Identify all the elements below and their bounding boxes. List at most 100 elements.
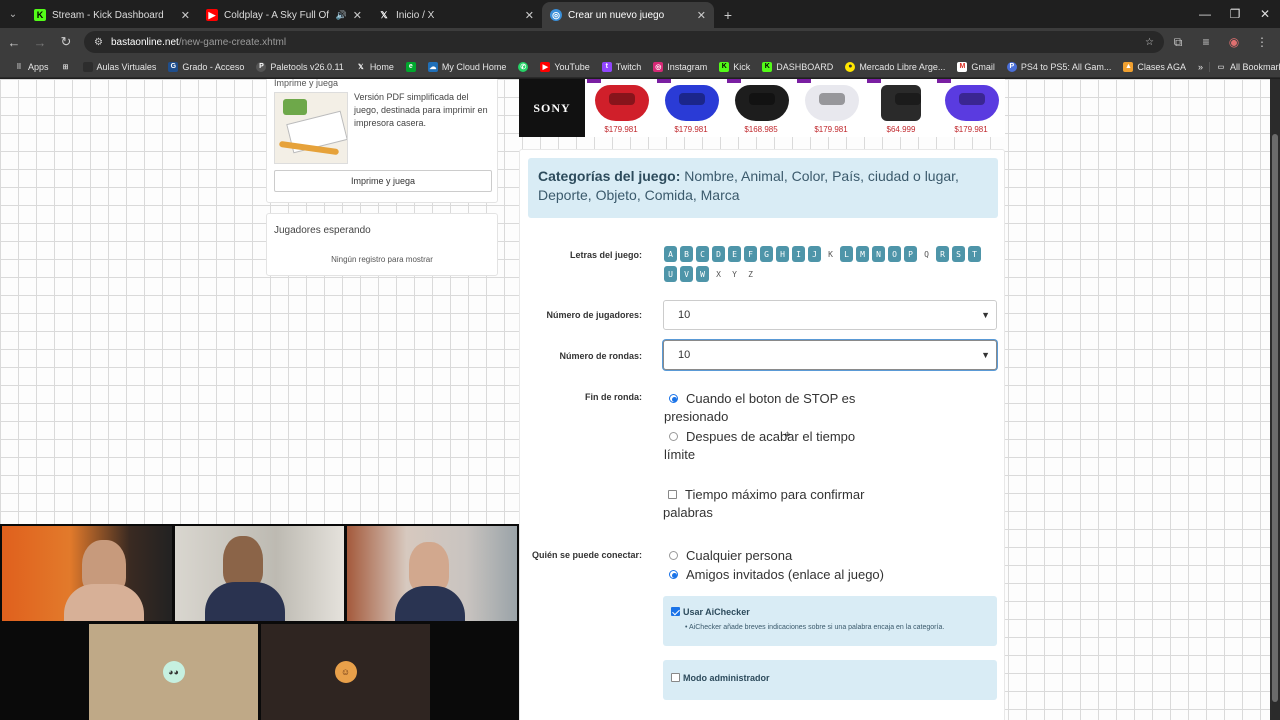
rounds-select[interactable]: 10 ▼ <box>663 340 997 370</box>
letter-toggle-c[interactable]: C <box>696 246 709 262</box>
letter-toggle-u[interactable]: U <box>664 266 677 282</box>
forward-icon[interactable]: → <box>28 30 52 54</box>
tab-search-icon[interactable]: ⌄ <box>0 0 26 28</box>
speaker-icon[interactable]: 🔊 <box>336 10 347 21</box>
round-end-option-stop[interactable]: Cuando el boton de STOP es presionado <box>664 390 894 426</box>
bookmark-whatsapp[interactable]: ✆ <box>512 61 534 72</box>
tab-x-inicio[interactable]: 𝕏 Inicio / X ✕ <box>370 2 542 28</box>
letter-toggle-x[interactable]: X <box>712 266 725 282</box>
letter-toggle-h[interactable]: H <box>776 246 789 262</box>
bookmark-instagram[interactable]: ◎ Instagram <box>647 61 713 72</box>
admin-mode-option[interactable]: Modo administrador <box>671 673 770 684</box>
back-icon[interactable]: ← <box>2 30 26 54</box>
all-bookmarks[interactable]: ▭ All Bookmarks <box>1208 61 1280 72</box>
media-controls-icon[interactable]: ≡ <box>1192 30 1220 54</box>
letter-toggle-v[interactable]: V <box>680 266 693 282</box>
product-controller[interactable]: $179.981 <box>937 79 1005 137</box>
letter-toggle-o[interactable]: O <box>888 246 901 262</box>
radio-unselected[interactable] <box>669 551 678 561</box>
rounds-value: 10 <box>678 349 691 361</box>
letter-toggle-p[interactable]: P <box>904 246 917 262</box>
who-option-invited[interactable]: Amigos invitados (enlace al juego) <box>664 566 964 584</box>
bookmark-aga[interactable]: ▲ Clases AGA <box>1117 61 1192 72</box>
product-charging-station[interactable]: $64.999 <box>867 79 935 137</box>
minimize-icon[interactable]: — <box>1190 0 1220 28</box>
max-time-option[interactable]: Tiempo máximo para confirmar palabras <box>663 486 893 522</box>
bookmark-kick[interactable]: K Kick <box>713 61 756 72</box>
print-and-play-button[interactable]: Imprime y juega <box>274 170 492 192</box>
aichecker-option[interactable]: Usar AiChecker <box>671 607 750 618</box>
bookmark-apps[interactable]: ⠿ Apps <box>8 62 55 72</box>
bookmark-dashboard[interactable]: K DASHBOARD <box>756 61 839 72</box>
checkbox-checked[interactable] <box>671 607 680 617</box>
sony-ad-banner[interactable]: SONY $179.981 $179.981 $168.985 $179.981… <box>519 79 1005 137</box>
letter-toggle-q[interactable]: Q <box>920 246 933 262</box>
letter-toggle-t[interactable]: T <box>968 246 981 262</box>
radio-selected[interactable] <box>669 570 678 580</box>
address-bar[interactable]: ⚙ bastaonline.net/new-game-create.xhtml … <box>84 31 1164 53</box>
bookmark-evernote[interactable]: e <box>400 61 422 72</box>
letter-toggle-m[interactable]: M <box>856 246 869 262</box>
close-icon[interactable]: ✕ <box>525 9 534 22</box>
who-option-anyone[interactable]: Cualquier persona <box>664 547 964 565</box>
letter-toggle-n[interactable]: N <box>872 246 885 262</box>
letter-toggle-e[interactable]: E <box>728 246 741 262</box>
letter-toggle-s[interactable]: S <box>952 246 965 262</box>
tab-crear-juego[interactable]: ◎ Crear un nuevo juego ✕ <box>542 2 714 28</box>
checkbox-unchecked[interactable] <box>671 673 680 683</box>
reload-icon[interactable]: ↻ <box>54 30 78 54</box>
bookmark-youtube[interactable]: ▶ YouTube <box>534 61 595 72</box>
tab-youtube-coldplay[interactable]: ▶ Coldplay - A Sky Full Of Sta 🔊 ✕ <box>198 2 370 28</box>
letter-toggle-g[interactable]: G <box>760 246 773 262</box>
close-icon[interactable]: ✕ <box>697 9 706 22</box>
radio-unselected[interactable] <box>669 432 678 442</box>
round-end-option-time[interactable]: Despues de acabar el tiempo límite <box>664 428 874 464</box>
radio-selected[interactable] <box>669 394 678 404</box>
players-select[interactable]: 10 ▼ <box>663 300 997 330</box>
letter-toggle-a[interactable]: A <box>664 246 677 262</box>
bookmark-grado[interactable]: G Grado - Acceso <box>162 61 250 72</box>
site-info-icon[interactable]: ⚙ <box>94 37 103 48</box>
letter-toggle-d[interactable]: D <box>712 246 725 262</box>
product-controller[interactable]: $179.981 <box>797 79 865 137</box>
close-icon[interactable]: ✕ <box>353 9 362 22</box>
grado-icon: G <box>168 61 179 72</box>
letter-toggle-l[interactable]: L <box>840 246 853 262</box>
letter-toggle-z[interactable]: Z <box>744 266 757 282</box>
checkbox-unchecked[interactable] <box>668 490 677 500</box>
bookmark-x-home[interactable]: 𝕏 Home <box>350 62 400 72</box>
bookmark-tab-groups[interactable]: ⊞ <box>55 62 77 72</box>
close-window-icon[interactable]: ✕ <box>1250 0 1280 28</box>
bookmark-gmail[interactable]: M Gmail <box>951 61 1001 72</box>
product-controller[interactable]: $179.981 <box>657 79 725 137</box>
page-scrollbar[interactable] <box>1270 79 1280 720</box>
letter-toggle-i[interactable]: I <box>792 246 805 262</box>
menu-icon[interactable]: ⋮ <box>1248 30 1276 54</box>
bookmark-twitch[interactable]: t Twitch <box>596 61 648 72</box>
extensions-icon[interactable]: ⧉ <box>1164 30 1192 54</box>
webcam-feed <box>2 526 172 621</box>
product-controller[interactable]: $179.981 <box>587 79 655 137</box>
letter-toggle-w[interactable]: W <box>696 266 709 282</box>
restore-icon[interactable]: ❐ <box>1220 0 1250 28</box>
profile-avatar[interactable]: ◉ <box>1220 30 1248 54</box>
bookmark-mercadolibre[interactable]: ● Mercado Libre Arge... <box>839 61 951 72</box>
bookmark-aulas[interactable]: Aulas Virtuales <box>77 61 163 72</box>
letter-toggle-b[interactable]: B <box>680 246 693 262</box>
bookmarks-overflow-icon[interactable]: » <box>1192 62 1209 72</box>
bookmark-paletools[interactable]: P Paletools v26.0.11 <box>250 61 349 72</box>
new-tab-button[interactable]: + <box>714 2 742 28</box>
letter-toggle-y[interactable]: Y <box>728 266 741 282</box>
letter-toggle-k[interactable]: K <box>824 246 837 262</box>
bookmark-cloud[interactable]: ☁ My Cloud Home <box>422 61 513 72</box>
letter-toggle-f[interactable]: F <box>744 246 757 262</box>
letter-toggle-j[interactable]: J <box>808 246 821 262</box>
scrollbar-thumb[interactable] <box>1272 134 1278 702</box>
tab-kick-dashboard[interactable]: K Stream - Kick Dashboard ✕ <box>26 2 198 28</box>
waiting-empty-message: Ningún registro para mostrar <box>331 255 433 264</box>
close-icon[interactable]: ✕ <box>181 9 190 22</box>
product-controller[interactable]: $168.985 <box>727 79 795 137</box>
bookmark-star-icon[interactable]: ☆ <box>1145 37 1154 48</box>
letter-toggle-r[interactable]: R <box>936 246 949 262</box>
bookmark-ps[interactable]: P PS4 to PS5: All Gam... <box>1001 61 1118 72</box>
